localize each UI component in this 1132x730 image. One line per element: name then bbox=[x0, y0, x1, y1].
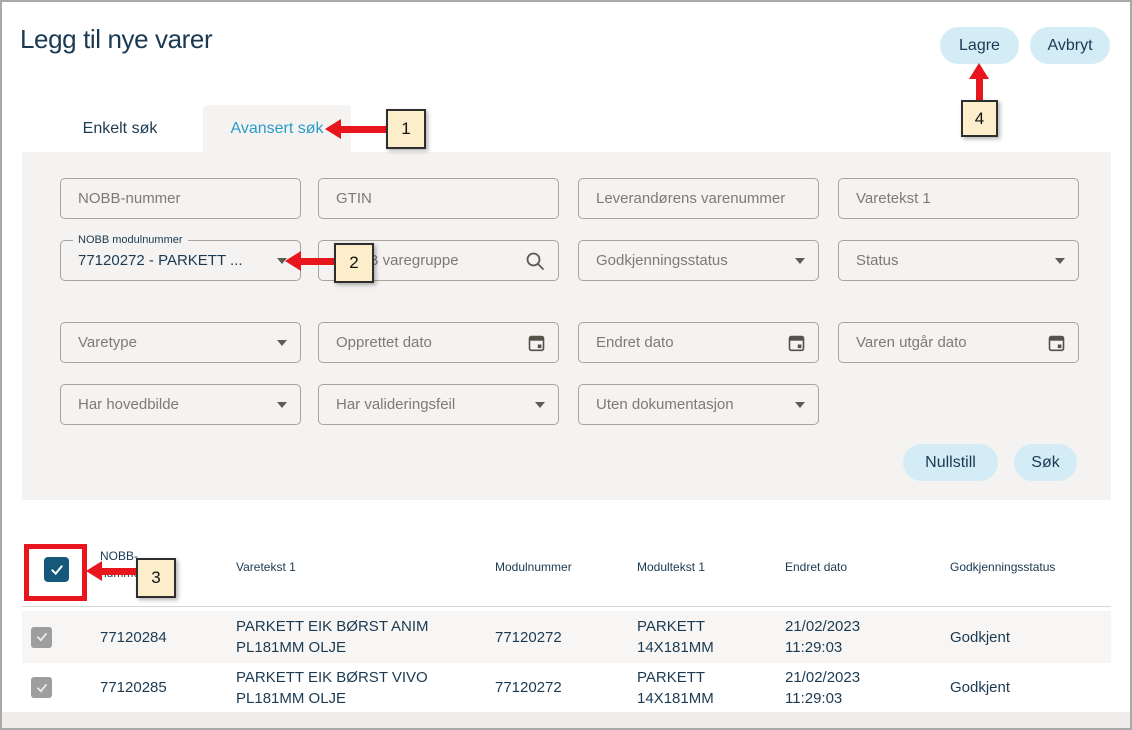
chevron-down-icon[interactable] bbox=[795, 258, 805, 264]
godkjenningsstatus-placeholder: Godkjenningsstatus bbox=[596, 252, 728, 269]
annotation-callout-3: 3 bbox=[136, 558, 176, 598]
chevron-down-icon[interactable] bbox=[277, 402, 287, 408]
cell-godkjenningsstatus: Godkjent bbox=[950, 663, 1010, 712]
chevron-down-icon[interactable] bbox=[1055, 258, 1065, 264]
annotation-callout-4: 4 bbox=[961, 100, 998, 137]
status-placeholder: Status bbox=[856, 252, 899, 269]
opprettet-dato-input[interactable]: Opprettet dato bbox=[318, 322, 559, 363]
search-icon[interactable] bbox=[525, 251, 545, 271]
checkmark-icon bbox=[35, 630, 49, 644]
annotation-arrowhead-3 bbox=[86, 561, 102, 581]
column-header-endret-dato[interactable]: Endret dato bbox=[785, 559, 847, 576]
column-header-modulnummer[interactable]: Modulnummer bbox=[495, 559, 572, 576]
cell-godkjenningsstatus: Godkjent bbox=[950, 611, 1010, 663]
cell-endret-dato: 21/02/2023 11:29:03 bbox=[785, 663, 883, 712]
cell-varetekst-1: PARKETT EIK BØRST ANIM PL181MM OLJE bbox=[236, 611, 456, 663]
row-checkbox[interactable] bbox=[31, 677, 52, 698]
table-row[interactable]: 77120285 PARKETT EIK BØRST VIVO PL181MM … bbox=[22, 663, 1111, 712]
annotation-arrow-3 bbox=[101, 568, 137, 575]
varetekst-1-input[interactable]: Varetekst 1 bbox=[838, 178, 1079, 219]
save-button[interactable]: Lagre bbox=[940, 27, 1019, 64]
cell-varetekst-1: PARKETT EIK BØRST VIVO PL181MM OLJE bbox=[236, 663, 456, 712]
annotation-arrow-1 bbox=[340, 126, 387, 133]
bottom-strip bbox=[2, 712, 1130, 728]
row-checkbox[interactable] bbox=[31, 627, 52, 648]
annotation-highlight-rect bbox=[24, 544, 87, 601]
cell-nobb-nummer: 77120285 bbox=[100, 663, 167, 712]
leverandorens-varenummer-placeholder: Leverandørens varenummer bbox=[596, 190, 785, 207]
varetype-select[interactable]: Varetype bbox=[60, 322, 301, 363]
annotation-arrowhead-1 bbox=[325, 119, 341, 139]
uten-dokumentasjon-placeholder: Uten dokumentasjon bbox=[596, 396, 734, 413]
varetekst-1-placeholder: Varetekst 1 bbox=[856, 190, 931, 207]
cell-nobb-nummer: 77120284 bbox=[100, 611, 167, 663]
annotation-callout-2: 2 bbox=[334, 243, 374, 283]
chevron-down-icon[interactable] bbox=[277, 340, 287, 346]
godkjenningsstatus-select[interactable]: Godkjenningsstatus bbox=[578, 240, 819, 281]
uten-dokumentasjon-select[interactable]: Uten dokumentasjon bbox=[578, 384, 819, 425]
chevron-down-icon[interactable] bbox=[535, 402, 545, 408]
reset-button[interactable]: Nullstill bbox=[903, 444, 998, 481]
page-title: Legg til nye varer bbox=[20, 24, 212, 55]
leverandorens-varenummer-input[interactable]: Leverandørens varenummer bbox=[578, 178, 819, 219]
tab-enkelt-sok[interactable]: Enkelt søk bbox=[40, 105, 200, 152]
annotation-arrow-2 bbox=[300, 258, 335, 265]
har-hovedbilde-select[interactable]: Har hovedbilde bbox=[60, 384, 301, 425]
annotation-arrow-4 bbox=[976, 78, 983, 101]
endret-dato-placeholder: Endret dato bbox=[596, 334, 674, 351]
cell-modulnummer: 77120272 bbox=[495, 611, 562, 663]
varen-utgar-dato-placeholder: Varen utgår dato bbox=[856, 334, 967, 351]
varen-utgar-dato-input[interactable]: Varen utgår dato bbox=[838, 322, 1079, 363]
annotation-arrowhead-4 bbox=[969, 63, 989, 79]
chevron-down-icon[interactable] bbox=[795, 402, 805, 408]
varetype-placeholder: Varetype bbox=[78, 334, 137, 351]
har-hovedbilde-placeholder: Har hovedbilde bbox=[78, 396, 179, 413]
column-header-varetekst-1[interactable]: Varetekst 1 bbox=[236, 559, 296, 576]
nobb-modulnummer-label: NOBB modulnummer bbox=[73, 233, 188, 247]
cancel-button[interactable]: Avbryt bbox=[1030, 27, 1110, 64]
nobb-modulnummer-select[interactable]: NOBB modulnummer 77120272 - PARKETT ... bbox=[60, 240, 301, 281]
calendar-icon[interactable] bbox=[788, 334, 805, 352]
opprettet-dato-placeholder: Opprettet dato bbox=[336, 334, 432, 351]
cell-modultekst-1: PARKETT 14X181MM bbox=[637, 611, 732, 663]
annotation-arrowhead-2 bbox=[285, 251, 301, 271]
nobb-nummer-input[interactable]: NOBB-nummer bbox=[60, 178, 301, 219]
column-header-godkjenningsstatus[interactable]: Godkjenningsstatus bbox=[950, 559, 1055, 576]
har-valideringsfeil-placeholder: Har valideringsfeil bbox=[336, 396, 455, 413]
cell-endret-dato: 21/02/2023 11:29:03 bbox=[785, 611, 883, 663]
calendar-icon[interactable] bbox=[528, 334, 545, 352]
nobb-modulnummer-value: 77120272 - PARKETT ... bbox=[78, 252, 243, 269]
calendar-icon[interactable] bbox=[1048, 334, 1065, 352]
column-header-modultekst-1[interactable]: Modultekst 1 bbox=[637, 559, 705, 576]
har-valideringsfeil-select[interactable]: Har valideringsfeil bbox=[318, 384, 559, 425]
cell-modulnummer: 77120272 bbox=[495, 663, 562, 712]
gtin-input[interactable]: GTIN bbox=[318, 178, 559, 219]
nobb-nummer-placeholder: NOBB-nummer bbox=[78, 190, 181, 207]
gtin-placeholder: GTIN bbox=[336, 190, 372, 207]
table-row[interactable]: 77120284 PARKETT EIK BØRST ANIM PL181MM … bbox=[22, 611, 1111, 663]
endret-dato-input[interactable]: Endret dato bbox=[578, 322, 819, 363]
cell-modultekst-1: PARKETT 14X181MM bbox=[637, 663, 732, 712]
status-select[interactable]: Status bbox=[838, 240, 1079, 281]
checkmark-icon bbox=[35, 681, 49, 695]
annotation-callout-1: 1 bbox=[386, 109, 426, 149]
table-header-divider bbox=[22, 606, 1111, 607]
search-button[interactable]: Søk bbox=[1014, 444, 1077, 481]
